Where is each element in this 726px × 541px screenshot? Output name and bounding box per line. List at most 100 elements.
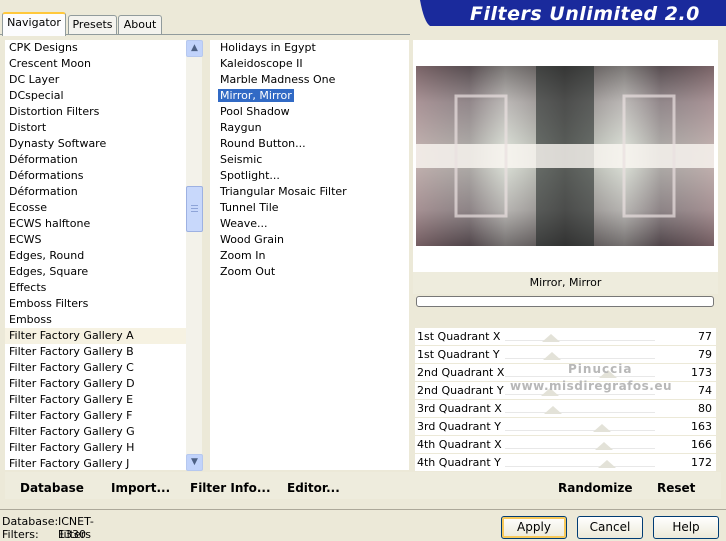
- slider-thumb[interactable]: [542, 334, 561, 342]
- param-value: 172: [691, 456, 712, 469]
- filter-item[interactable]: Weave...: [216, 216, 409, 232]
- filter-item[interactable]: Seismic: [216, 152, 409, 168]
- filter-info-button[interactable]: Filter Info...: [190, 481, 271, 495]
- filter-item[interactable]: Pool Shadow: [216, 104, 409, 120]
- category-item[interactable]: Filter Factory Gallery E: [5, 392, 186, 408]
- progress-bar: [416, 296, 714, 307]
- slider-track[interactable]: [505, 358, 655, 359]
- slider-track[interactable]: [505, 430, 655, 431]
- category-item[interactable]: Distortion Filters: [5, 104, 186, 120]
- filter-item[interactable]: Spotlight...: [216, 168, 409, 184]
- param-slider[interactable]: 3rd Quadrant Y 163: [415, 418, 716, 435]
- category-item[interactable]: Distort: [5, 120, 186, 136]
- filter-item[interactable]: Mirror, Mirror: [216, 88, 409, 104]
- param-label: 2nd Quadrant Y: [417, 384, 504, 397]
- category-list[interactable]: CPK Designs Crescent Moon DC Layer DCspecia…: [5, 40, 186, 470]
- category-item[interactable]: Emboss: [5, 312, 186, 328]
- scroll-thumb[interactable]: [186, 186, 203, 232]
- slider-thumb[interactable]: [598, 460, 617, 468]
- slider-thumb[interactable]: [543, 352, 562, 360]
- filter-item[interactable]: Triangular Mosaic Filter: [216, 184, 409, 200]
- category-item[interactable]: Ecosse: [5, 200, 186, 216]
- slider-track[interactable]: [505, 412, 655, 413]
- help-button[interactable]: Help: [653, 516, 719, 539]
- category-item[interactable]: CPK Designs: [5, 40, 186, 56]
- slider-track[interactable]: [505, 376, 655, 377]
- param-label: 1st Quadrant Y: [417, 348, 500, 361]
- category-item[interactable]: DCspecial: [5, 88, 186, 104]
- filter-item-label: Kaleidoscope II: [220, 57, 303, 70]
- filter-item-label: Weave...: [220, 217, 268, 230]
- category-item[interactable]: Déformations: [5, 168, 186, 184]
- category-item[interactable]: ECWS: [5, 232, 186, 248]
- param-slider[interactable]: 4th Quadrant X 166: [415, 436, 716, 453]
- param-value: 77: [698, 330, 712, 343]
- tab-navigator[interactable]: Navigator: [2, 12, 66, 36]
- status-filters-label: Filters:: [2, 528, 39, 541]
- slider-track[interactable]: [505, 466, 655, 467]
- filter-item[interactable]: Tunnel Tile: [216, 200, 409, 216]
- app-title: Filters Unlimited 2.0: [470, 3, 700, 25]
- database-button[interactable]: Database: [20, 481, 84, 495]
- param-slider[interactable]: 1st Quadrant X 77: [415, 328, 716, 345]
- category-item[interactable]: Crescent Moon: [5, 56, 186, 72]
- category-item[interactable]: Déformation: [5, 152, 186, 168]
- filter-item-label: Wood Grain: [220, 233, 284, 246]
- filter-item[interactable]: Zoom In: [216, 248, 409, 264]
- slider-thumb[interactable]: [594, 442, 613, 450]
- param-label: 4th Quadrant X: [417, 438, 502, 451]
- import-button[interactable]: Import...: [111, 481, 170, 495]
- filter-item[interactable]: Kaleidoscope II: [216, 56, 409, 72]
- param-slider[interactable]: 1st Quadrant Y 79: [415, 346, 716, 363]
- filter-item[interactable]: Wood Grain: [216, 232, 409, 248]
- randomize-button[interactable]: Randomize: [558, 481, 632, 495]
- category-item[interactable]: Edges, Square: [5, 264, 186, 280]
- category-item[interactable]: Filter Factory Gallery G: [5, 424, 186, 440]
- category-item[interactable]: Edges, Round: [5, 248, 186, 264]
- category-item[interactable]: DC Layer: [5, 72, 186, 88]
- filter-item-label: Pool Shadow: [220, 105, 290, 118]
- param-label: 3rd Quadrant X: [417, 402, 502, 415]
- category-item[interactable]: Filter Factory Gallery C: [5, 360, 186, 376]
- filter-item[interactable]: Marble Madness One: [216, 72, 409, 88]
- category-item[interactable]: Filter Factory Gallery F: [5, 408, 186, 424]
- status-filters-value: 1330: [58, 528, 86, 541]
- scroll-down-button[interactable]: ▼: [186, 454, 203, 471]
- tab-about[interactable]: About: [118, 15, 162, 34]
- category-item[interactable]: Dynasty Software: [5, 136, 186, 152]
- filter-item-label: Marble Madness One: [220, 73, 336, 86]
- filter-item[interactable]: Round Button...: [216, 136, 409, 152]
- editor-button[interactable]: Editor...: [287, 481, 340, 495]
- filter-list[interactable]: Holidays in Egypt Kaleidoscope II Marble M…: [210, 40, 409, 470]
- reset-button[interactable]: Reset: [657, 481, 695, 495]
- filter-item[interactable]: Holidays in Egypt: [216, 40, 409, 56]
- slider-thumb[interactable]: [544, 406, 563, 414]
- slider-thumb[interactable]: [592, 424, 611, 432]
- param-slider[interactable]: 3rd Quadrant X 80: [415, 400, 716, 417]
- category-item[interactable]: Filter Factory Gallery B: [5, 344, 186, 360]
- slider-track[interactable]: [505, 448, 655, 449]
- filter-item[interactable]: Zoom Out: [216, 264, 409, 280]
- status-database: Database: ICNET-Filters: [2, 515, 94, 541]
- slider-track[interactable]: [505, 394, 655, 395]
- category-item[interactable]: Filter Factory Gallery H: [5, 440, 186, 456]
- category-item[interactable]: Filter Factory Gallery J: [5, 456, 186, 472]
- param-value: 163: [691, 420, 712, 433]
- category-item[interactable]: Emboss Filters: [5, 296, 186, 312]
- scroll-up-button[interactable]: ▲: [186, 40, 203, 57]
- category-item[interactable]: Déformation: [5, 184, 186, 200]
- filter-item[interactable]: Raygun: [216, 120, 409, 136]
- preview-caption: Mirror, Mirror: [413, 272, 718, 294]
- category-item[interactable]: Effects: [5, 280, 186, 296]
- filter-item-label: Mirror, Mirror: [218, 89, 294, 102]
- category-item[interactable]: Filter Factory Gallery A: [5, 328, 186, 344]
- category-item[interactable]: Filter Factory Gallery D: [5, 376, 186, 392]
- param-slider[interactable]: 4th Quadrant Y 172: [415, 454, 716, 471]
- category-item[interactable]: ECWS halftone: [5, 216, 186, 232]
- category-scrollbar[interactable]: ▲ ▼: [186, 40, 203, 471]
- status-filters: Filters: 1330: [2, 528, 86, 541]
- tab-presets[interactable]: Presets: [68, 15, 117, 34]
- apply-button[interactable]: Apply: [501, 516, 567, 539]
- cancel-button[interactable]: Cancel: [577, 516, 643, 539]
- slider-track[interactable]: [505, 340, 655, 341]
